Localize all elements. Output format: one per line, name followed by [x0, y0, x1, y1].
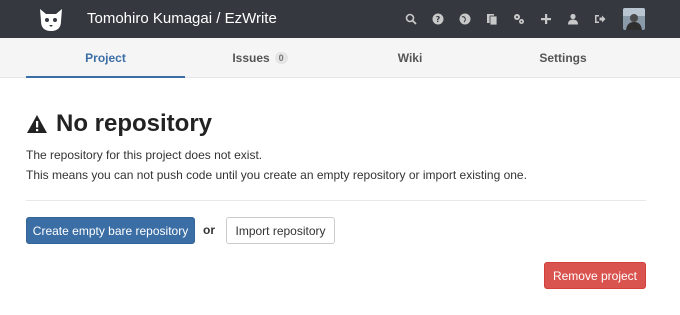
project-tabs: Project Issues 0 Wiki Settings [0, 38, 680, 78]
gitbucket-logo[interactable] [37, 5, 65, 33]
user-avatar[interactable] [623, 8, 645, 30]
top-navbar: Tomohiro Kumagai / EzWrite ? [0, 0, 680, 38]
divider [26, 200, 646, 201]
svg-text:?: ? [436, 15, 441, 24]
files-icon[interactable] [485, 12, 499, 26]
tab-wiki-label: Wiki [397, 51, 423, 65]
create-empty-repository-button[interactable]: Create empty bare repository [26, 217, 195, 244]
plus-icon[interactable] [539, 12, 553, 26]
search-icon[interactable] [404, 12, 418, 26]
tab-issues[interactable]: Issues 0 [185, 38, 335, 78]
page-heading: No repository [26, 110, 212, 138]
tab-settings[interactable]: Settings [485, 38, 641, 78]
remove-project-button[interactable]: Remove project [544, 262, 646, 289]
tab-project-label: Project [85, 51, 126, 65]
tab-settings-label: Settings [539, 51, 587, 65]
page-title: No repository [56, 110, 213, 137]
tab-issues-label: Issues [232, 51, 270, 65]
issues-count-badge: 0 [274, 52, 288, 64]
globe-icon[interactable] [458, 12, 472, 26]
sign-out-icon[interactable] [593, 12, 607, 26]
tab-wiki[interactable]: Wiki [335, 38, 485, 78]
description-line-2: This means you can not push code until y… [26, 168, 527, 182]
import-repository-button[interactable]: Import repository [226, 217, 335, 244]
user-icon[interactable] [566, 12, 580, 26]
warning-icon [27, 115, 47, 133]
help-icon[interactable]: ? [431, 12, 445, 26]
tab-project[interactable]: Project [26, 38, 185, 78]
project-title[interactable]: Tomohiro Kumagai / EzWrite [87, 10, 277, 28]
header-nav-icons: ? [391, 0, 680, 38]
description-line-1: The repository for this project does not… [26, 148, 263, 162]
settings-icon[interactable] [512, 12, 526, 26]
or-label: or [203, 223, 215, 237]
